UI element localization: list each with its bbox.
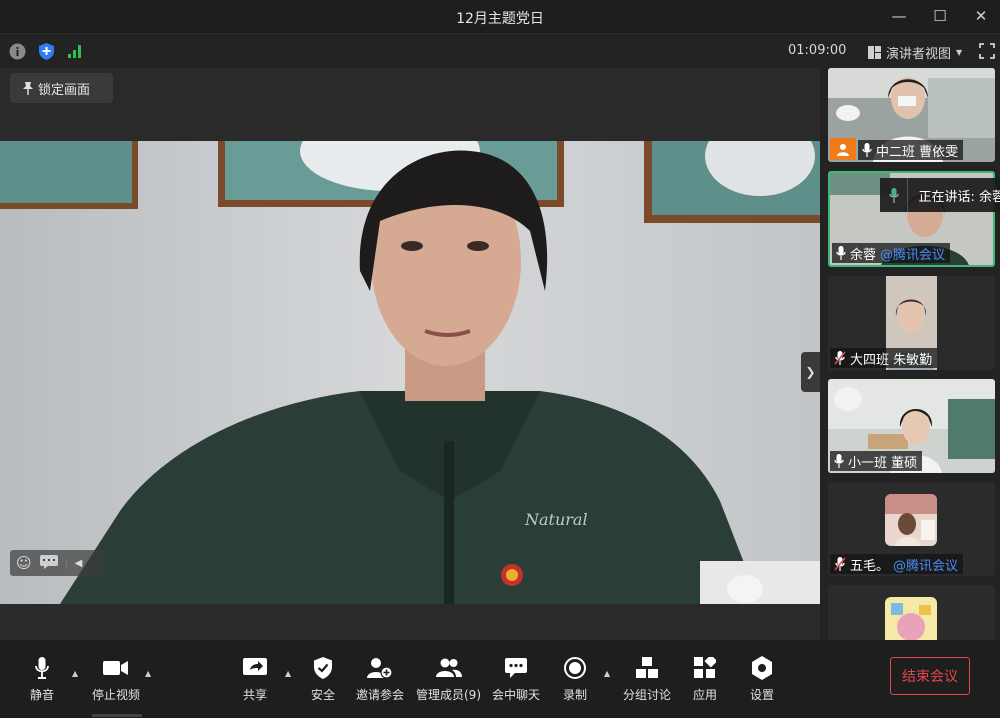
- shield-check-icon: [310, 656, 336, 680]
- record-label: 录制: [562, 688, 587, 702]
- speaking-label: 正在讲话: 余蓉: [918, 189, 1000, 205]
- stop-video-label: 停止视频: [92, 688, 141, 702]
- settings-label: 设置: [749, 688, 774, 702]
- main-stage: 锁定画面 Natural ☺ ◀: [0, 68, 820, 640]
- maximize-button[interactable]: ☐: [925, 5, 955, 27]
- apps-label: 应用: [692, 688, 717, 702]
- manage-members-button[interactable]: 管理成员(9): [416, 656, 481, 703]
- mute-label: 静音: [29, 688, 54, 702]
- fullscreen-icon[interactable]: [979, 43, 995, 63]
- caret-up-icon[interactable]: ▲: [145, 669, 155, 679]
- breakout-rooms-icon: [634, 656, 660, 680]
- info-icon[interactable]: [9, 43, 26, 64]
- breakout-label: 分组讨论: [623, 688, 672, 702]
- chat-label: 会中聊天: [492, 688, 541, 702]
- shield-icon[interactable]: [38, 42, 55, 65]
- svg-text:Natural: Natural: [524, 510, 588, 529]
- invite-button[interactable]: 邀请参会: [356, 656, 404, 703]
- record-icon: [562, 656, 588, 680]
- main-video[interactable]: Natural: [0, 141, 820, 604]
- security-button[interactable]: 安全: [310, 656, 336, 703]
- danmaku-icon[interactable]: [39, 554, 58, 573]
- end-meeting-button[interactable]: 结束会议: [890, 657, 970, 695]
- speaking-indicator: 正在讲话: 余蓉: [880, 178, 1000, 212]
- settings-button[interactable]: 设置: [749, 656, 775, 703]
- participant-name: 大四班 朱敏勤: [850, 352, 933, 368]
- avatar: [885, 597, 937, 640]
- security-label: 安全: [310, 688, 335, 702]
- signal-icon[interactable]: [67, 43, 83, 63]
- apps-button[interactable]: 应用: [692, 656, 718, 703]
- lock-view-button[interactable]: 锁定画面: [10, 73, 113, 103]
- participant-label: 小一班 董硕: [830, 451, 923, 471]
- caret-up-icon[interactable]: ▲: [604, 669, 614, 679]
- caret-up-icon[interactable]: ▲: [72, 669, 82, 679]
- participant-label: 中二班 曹依雯: [858, 140, 964, 160]
- share-screen-icon: [242, 656, 268, 680]
- title-bar: 12月主题党日 — ☐ ✕: [0, 0, 1000, 33]
- share-label: 共享: [242, 688, 267, 702]
- meeting-toolbar: 静音 ▲ 停止视频 ▲ 共享 ▲ 安全 邀请参会 管理成员(9) 会中聊天 录制…: [0, 640, 1000, 718]
- close-button[interactable]: ✕: [966, 5, 996, 27]
- chevron-down-icon: ▼: [956, 48, 963, 57]
- breakout-button[interactable]: 分组讨论: [623, 656, 671, 703]
- video-overlay-controls: ☺ ◀: [10, 550, 104, 576]
- chat-icon: [503, 656, 529, 680]
- window-title: 12月主题党日: [456, 11, 544, 27]
- record-button[interactable]: 录制: [562, 656, 588, 703]
- speaker-video-image: Natural: [0, 141, 820, 604]
- host-tag-icon: [830, 138, 856, 160]
- share-button[interactable]: 共享: [242, 656, 268, 703]
- layout-icon: [868, 46, 881, 59]
- minimize-button[interactable]: —: [884, 5, 914, 27]
- invite-label: 邀请参会: [356, 688, 405, 702]
- participant-name: 五毛。: [850, 558, 890, 574]
- view-mode-dropdown[interactable]: 演讲者视图 ▼: [868, 43, 962, 62]
- participant-name: 余蓉: [850, 247, 877, 263]
- microphone-muted-icon: [834, 557, 846, 571]
- apps-grid-icon: [692, 656, 718, 680]
- participant-tile[interactable]: 五毛。 @腾讯会议: [828, 482, 995, 576]
- mute-button[interactable]: 静音: [29, 656, 55, 703]
- participant-name: 中二班 曹依雯: [876, 144, 959, 160]
- stop-video-button[interactable]: 停止视频: [92, 656, 140, 703]
- speaking-microphone-icon: [880, 178, 909, 212]
- chevron-right-icon: ❯: [805, 365, 816, 379]
- participant-tile[interactable]: [828, 585, 995, 640]
- info-bar: 01:09:00 演讲者视图 ▼: [0, 33, 1000, 68]
- participant-tile[interactable]: 大四班 朱敏勤: [828, 276, 995, 370]
- active-tab-indicator: [92, 714, 142, 717]
- microphone-icon: [836, 246, 846, 260]
- microphone-muted-icon: [834, 351, 846, 365]
- microphone-icon: [834, 454, 844, 468]
- participant-tile[interactable]: 小一班 董硕: [828, 379, 995, 473]
- collapse-left-icon[interactable]: ◀: [65, 557, 82, 569]
- chat-button[interactable]: 会中聊天: [492, 656, 540, 703]
- caret-up-icon[interactable]: ▲: [285, 669, 295, 679]
- manage-members-label: 管理成员(9): [416, 688, 481, 702]
- view-mode-label: 演讲者视图: [886, 47, 952, 62]
- video-camera-icon: [103, 656, 129, 680]
- gear-icon: [749, 656, 775, 680]
- emoji-icon[interactable]: ☺: [16, 554, 32, 572]
- participant-tile[interactable]: 中二班 曹依雯: [828, 68, 995, 162]
- collapse-sidebar-button[interactable]: ❯: [801, 352, 820, 392]
- microphone-icon: [29, 656, 55, 680]
- participant-name: 小一班 董硕: [848, 455, 918, 471]
- participant-label: 大四班 朱敏勤: [830, 348, 938, 368]
- participant-sidebar: 中二班 曹依雯 余蓉 @腾讯会议 大四班 朱敏勤 小一班 董硕 五毛。 @腾讯会…: [820, 68, 1000, 640]
- pin-icon: [23, 82, 33, 95]
- participant-label: 五毛。 @腾讯会议: [830, 554, 964, 574]
- microphone-icon: [862, 143, 872, 157]
- add-user-icon: [367, 656, 393, 680]
- meeting-timer: 01:09:00: [788, 43, 847, 58]
- avatar: [885, 494, 937, 546]
- members-icon: [435, 656, 462, 680]
- participant-source: @腾讯会议: [893, 558, 959, 574]
- participant-source: @腾讯会议: [880, 247, 946, 263]
- participant-label: 余蓉 @腾讯会议: [832, 243, 951, 263]
- lock-view-label: 锁定画面: [38, 82, 91, 98]
